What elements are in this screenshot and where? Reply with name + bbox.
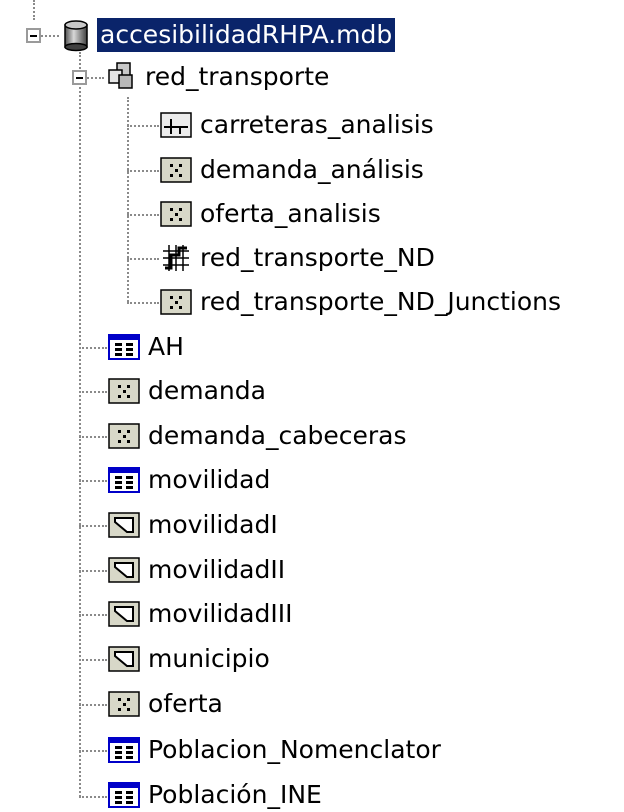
tree-line-root-top [33,0,35,20]
tree-node-label: movilidadIII [148,599,293,628]
tree-line-item-11 [79,796,107,798]
tree-node-label: oferta [148,689,223,718]
tree-node-polygon-feature-class[interactable]: movilidadI [107,508,281,542]
tree-node-point-feature-class[interactable]: demanda_análisis [159,153,427,187]
point-feature-class-icon [159,285,193,319]
database-cylinder-icon [59,18,93,52]
tree-node-line-feature-class[interactable]: carreteras_analisis [159,108,437,142]
tree-node-label: red_transporte_ND [200,243,435,272]
tree-node-label: demanda_análisis [200,155,424,184]
point-feature-class-icon [107,374,141,408]
tree-node-label: municipio [148,644,270,673]
tree-node-feature-dataset[interactable]: red_transporte [104,60,332,94]
tree-node-label: demanda [148,376,266,405]
tree-node-label: movilidadI [148,510,278,539]
tree-line-level1 [79,52,81,797]
tree-node-table[interactable]: Poblacion_Nomenclator [107,733,444,767]
tree-node-label: carreteras_analisis [200,110,434,139]
tree-line-child-3 [127,214,159,216]
tree-node-label: movilidad [148,465,271,494]
point-feature-class-icon [107,419,141,453]
tree-node-network-dataset[interactable]: red_transporte_ND [159,241,438,275]
tree-line-child-2 [127,170,159,172]
tree-line-child-4 [127,258,159,260]
tree-node-point-feature-class[interactable]: oferta [107,687,226,721]
tree-node-table[interactable]: movilidad [107,463,273,497]
tree-node-label: oferta_analisis [200,199,381,228]
tree-line-item-4 [79,480,107,482]
tree-line-item-8 [79,659,107,661]
network-dataset-icon [159,241,193,275]
table-icon [107,778,141,812]
tree-line-item-9 [79,704,107,706]
point-feature-class-icon [159,197,193,231]
table-icon [107,330,141,364]
tree-line-dataset [84,77,104,79]
tree-node-table[interactable]: Población_INE [107,778,325,812]
table-icon [107,733,141,767]
tree-line-item-3 [79,436,107,438]
tree-node-label: accesibilidadRHPA.mdb [97,18,396,52]
polygon-feature-class-icon [107,553,141,587]
tree-node-label: AH [148,332,184,361]
tree-line-item-7 [79,614,107,616]
tree-node-label: movilidadII [148,555,286,584]
tree-line-level2 [127,97,129,302]
tree-node-polygon-feature-class[interactable]: movilidadIII [107,597,295,631]
polygon-feature-class-icon [107,642,141,676]
tree-node-label: demanda_cabeceras [148,421,407,450]
tree-node-point-feature-class[interactable]: demanda_cabeceras [107,419,410,453]
catalog-tree: accesibilidadRHPA.mdb red_transporte car… [0,0,624,810]
tree-node-label: Poblacion_Nomenclator [148,735,441,764]
tree-node-polygon-feature-class[interactable]: movilidadII [107,553,288,587]
tree-node-point-feature-class[interactable]: demanda [107,374,269,408]
table-icon [107,463,141,497]
tree-node-table[interactable]: AH [107,330,187,364]
tree-node-label: red_transporte_ND_Junctions [200,287,562,316]
polygon-feature-class-icon [107,597,141,631]
line-feature-class-icon [159,108,193,142]
tree-line-item-2 [79,391,107,393]
feature-dataset-icon [104,60,138,94]
tree-line-root [41,35,59,37]
tree-node-label: Población_INE [148,780,322,809]
point-feature-class-icon [159,153,193,187]
point-feature-class-icon [107,687,141,721]
tree-node-point-feature-class[interactable]: oferta_analisis [159,197,384,231]
tree-line-item-1 [79,347,107,349]
tree-line-child-5 [127,302,159,304]
tree-node-root[interactable]: accesibilidadRHPA.mdb [59,18,396,52]
tree-node-label: red_transporte [145,62,330,91]
tree-node-polygon-feature-class[interactable]: municipio [107,642,273,676]
collapse-root-toggle[interactable] [26,28,41,43]
tree-line-item-10 [79,750,107,752]
tree-line-child-1 [127,125,159,127]
tree-node-point-feature-class[interactable]: red_transporte_ND_Junctions [159,285,564,319]
tree-line-item-5 [79,525,107,527]
collapse-dataset-toggle[interactable] [72,70,87,85]
tree-line-item-6 [79,570,107,572]
polygon-feature-class-icon [107,508,141,542]
